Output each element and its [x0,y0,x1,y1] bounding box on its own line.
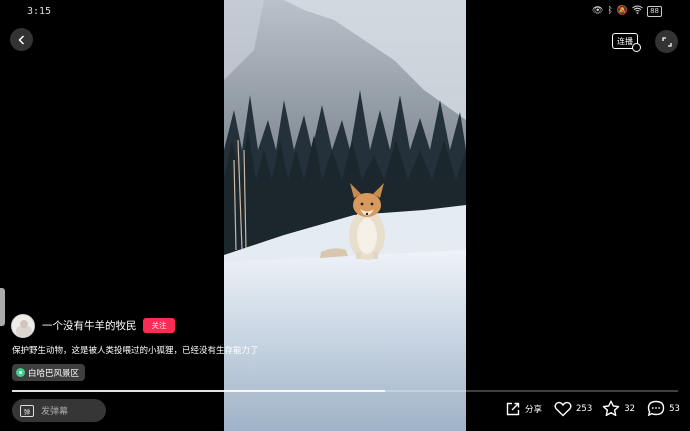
favorite-count: 32 [624,403,636,414]
side-drawer-handle[interactable] [0,288,5,326]
share-icon [506,402,520,415]
heart-icon [554,401,572,416]
video-frame-fox-in-snow [224,0,466,431]
avatar[interactable] [11,314,35,338]
location-pin-icon [16,368,25,377]
chevron-left-icon [17,34,24,45]
action-bar: 分享 253 32 53 [505,400,680,417]
wifi-icon [632,5,643,17]
video-progress-fill [12,390,385,392]
comment-button[interactable]: 53 [647,400,680,417]
star-icon [603,400,620,417]
status-icons: 👁 ᛒ 🔕 88 [592,5,662,17]
like-count: 253 [576,403,593,414]
battery-indicator: 88 [647,5,662,17]
share-button[interactable]: 分享 [505,401,542,417]
status-time: 3:15 [27,6,52,17]
video-player[interactable] [224,0,466,431]
video-progress-bar[interactable] [12,390,678,392]
bluetooth-icon: ᛒ [607,6,613,16]
follow-button[interactable]: 关注 [143,318,175,333]
exit-fullscreen-button[interactable] [655,30,678,53]
danmu-placeholder: 发弹幕 [41,407,69,417]
author-name[interactable]: 一个没有牛羊的牧民 [42,318,137,333]
autoplay-label: 连播 [617,36,633,46]
favorite-button[interactable]: 32 [602,400,635,417]
mute-icon: 🔕 [616,6,629,16]
avatar-image [12,315,34,337]
autoplay-toggle[interactable]: 连播 [612,33,641,52]
comment-icon [647,400,665,417]
autoplay-status-icon [632,43,641,52]
share-label: 分享 [525,404,543,415]
collapse-icon [661,36,672,47]
location-tag[interactable]: 白哈巴风景区 [12,364,86,381]
like-button[interactable]: 253 [554,401,592,417]
location-label: 白哈巴风景区 [28,368,80,379]
danmu-icon[interactable]: 弹 [20,404,34,417]
comment-count: 53 [669,403,680,414]
danmu-input[interactable]: 弹 发弹幕 [12,399,106,422]
video-caption: 保护野生动物，这是被人类投喂过的小狐狸，已经没有生存能力了 [12,346,259,356]
back-button[interactable] [10,28,33,51]
eye-icon: 👁 [592,6,604,16]
